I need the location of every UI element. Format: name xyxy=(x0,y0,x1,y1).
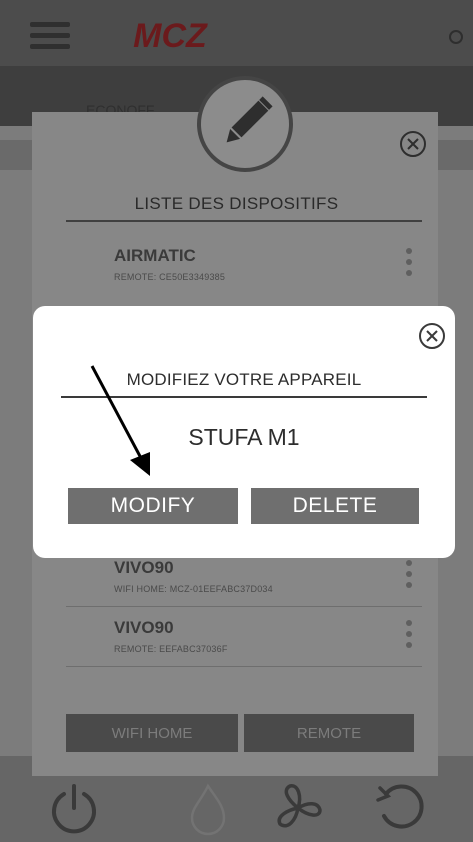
divider xyxy=(66,606,422,607)
svg-text:MCZ: MCZ xyxy=(133,17,208,55)
menu-icon[interactable] xyxy=(30,22,70,50)
device-subtitle: REMOTE: EEFABC37036F xyxy=(114,644,228,654)
edit-pencil-icon xyxy=(226,96,273,143)
kebab-icon[interactable] xyxy=(406,560,412,593)
device-list-title: LISTE DES DISPOSITIFS xyxy=(134,194,339,213)
power-icon[interactable] xyxy=(46,780,102,836)
device-name: VIVO90 xyxy=(114,558,174,577)
kebab-icon[interactable] xyxy=(406,248,412,281)
device-subtitle: WIFI HOME: MCZ-01EEFABC37D034 xyxy=(114,584,273,594)
modify-button[interactable]: MODIFY xyxy=(68,488,238,524)
top-bar: MCZ xyxy=(0,0,473,66)
close-icon[interactable] xyxy=(399,130,427,158)
edit-button[interactable] xyxy=(197,76,293,172)
device-name: VIVO90 xyxy=(114,618,174,637)
divider xyxy=(66,220,422,222)
arrow-icon xyxy=(90,365,150,476)
divider xyxy=(66,666,422,667)
status-icon[interactable] xyxy=(449,30,463,44)
kebab-icon[interactable] xyxy=(406,620,412,653)
app-screen: MCZ ECONOFF LISTE DES DISPOSITIFS AIRMAT… xyxy=(0,0,473,842)
close-icon[interactable] xyxy=(418,322,446,350)
wifi-home-button[interactable]: WIFI HOME xyxy=(66,714,238,752)
delete-button[interactable]: DELETE xyxy=(251,488,419,524)
reset-icon[interactable] xyxy=(372,780,428,836)
mcz-logo: MCZ xyxy=(133,17,208,55)
fan-icon[interactable] xyxy=(270,780,326,836)
flame-icon[interactable] xyxy=(186,780,230,836)
device-name: AIRMATIC xyxy=(114,246,196,265)
device-subtitle: REMOTE: CE50E3349385 xyxy=(114,272,226,282)
remote-button[interactable]: REMOTE xyxy=(244,714,414,752)
